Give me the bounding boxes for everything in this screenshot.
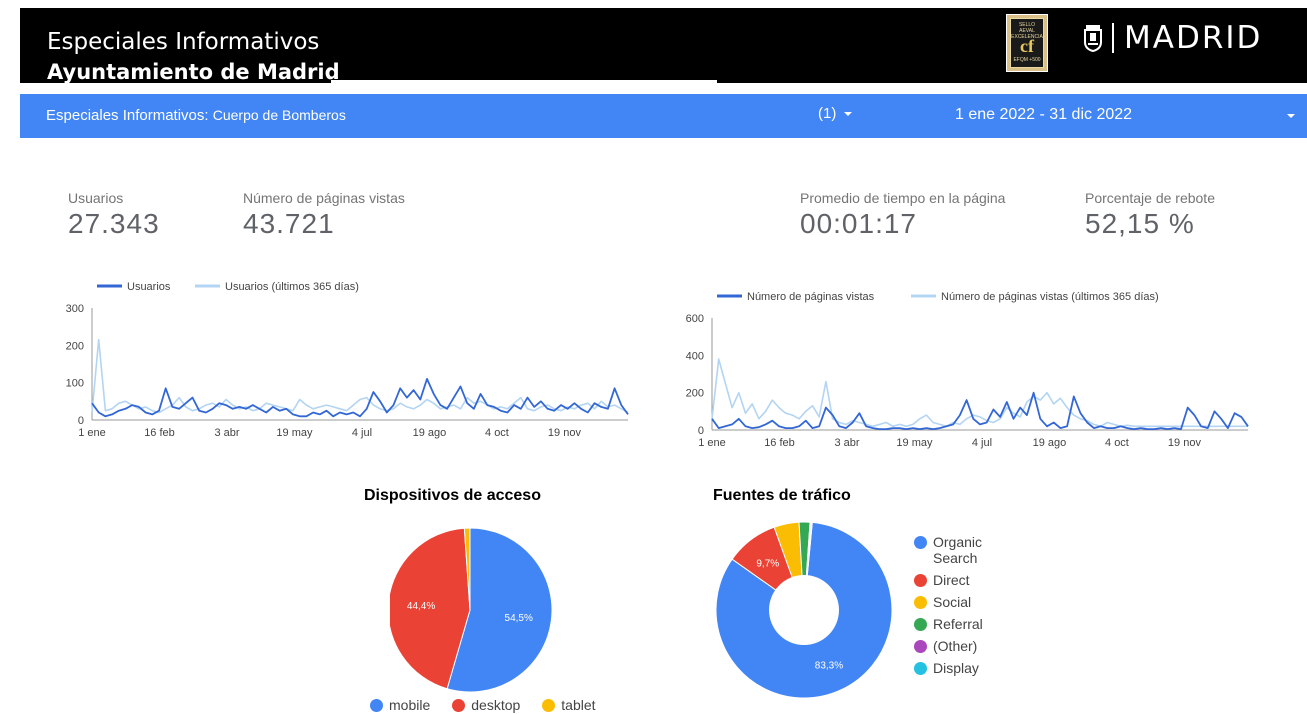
legend-label: Usuarios (últimos 365 días): [225, 281, 359, 293]
pie-data-label: 9,7%: [756, 558, 779, 569]
x-tick-label: 4 jul: [972, 437, 992, 449]
kpi-users: Usuarios 27.343: [68, 190, 160, 240]
legend-dot-icon: [914, 574, 927, 587]
x-tick-label: 1 ene: [78, 427, 106, 439]
legend-dot-icon: [370, 698, 383, 712]
legend-item-display: Display: [914, 660, 1014, 676]
kpi-label: Porcentaje de rebote: [1085, 190, 1215, 206]
madrid-crest-icon: [1084, 25, 1102, 52]
x-tick-label: 4 oct: [485, 427, 509, 439]
traffic-donut-chart: 83,3% 9,7%: [715, 521, 893, 699]
x-tick-label: 19 nov: [548, 427, 582, 439]
legend-item-mobile: mobile: [370, 697, 430, 713]
madrid-brand: MADRID: [1124, 20, 1263, 56]
series-line: [711, 358, 1248, 428]
legend-label: Número de páginas vistas: [747, 291, 875, 303]
legend-item-other: (Other): [914, 638, 1014, 654]
header-subtitle: Ayuntamiento de Madrid: [47, 60, 340, 84]
kpi-value: 00:01:17: [800, 208, 917, 239]
y-tick-label: 400: [686, 350, 704, 362]
legend-dot-icon: [542, 698, 556, 712]
y-tick-label: 300: [66, 303, 84, 315]
kpi-avg-time: Promedio de tiempo en la página 00:01:17: [800, 190, 1005, 240]
legend-dot-icon: [452, 698, 466, 712]
legend-item-tablet: tablet: [542, 697, 596, 713]
devices-pie-chart: 54,5% 44,4%: [390, 527, 553, 693]
series-line: [91, 378, 629, 418]
pie-data-label: 83,3%: [815, 660, 843, 671]
kpi-value: 27.343: [68, 208, 160, 239]
y-tick-label: 0: [698, 425, 704, 437]
x-tick-label: 1 ene: [698, 437, 726, 449]
y-tick-label: 0: [78, 415, 84, 427]
y-tick-label: 600: [686, 313, 704, 325]
legend-dot-icon: [914, 662, 927, 675]
legend-label: Número de páginas vistas (últimos 365 dí…: [941, 291, 1159, 303]
x-tick-label: 19 ago: [1033, 437, 1067, 449]
report-title: Especiales Informativos: Cuerpo de Bombe…: [46, 107, 346, 124]
legend-dot-icon: [914, 536, 927, 549]
efqm-seal-logo: SELLO AEVAL EXCELENCIA cf EFQM +500: [1006, 14, 1048, 72]
x-tick-label: 16 feb: [764, 437, 795, 449]
x-tick-label: 19 nov: [1168, 437, 1202, 449]
pie-data-label: 44,4%: [407, 601, 435, 612]
logo-separator: [1112, 23, 1114, 53]
kpi-bounce-rate: Porcentaje de rebote 52,15 %: [1085, 190, 1215, 240]
legend-item-organic: Organic Search: [914, 534, 1014, 566]
pie-data-label: 54,5%: [505, 613, 533, 624]
legend-item-referral: Referral: [914, 616, 1014, 632]
kpi-label: Usuarios: [68, 190, 124, 206]
header-title: Especiales Informativos: [47, 29, 320, 55]
filter-dropdown[interactable]: (1): [818, 105, 853, 122]
legend-label: Usuarios: [127, 281, 171, 293]
report-title-section: Cuerpo de Bomberos: [212, 107, 346, 123]
x-tick-label: 19 may: [896, 437, 933, 449]
seal-symbol-icon: cf: [1020, 36, 1034, 56]
x-tick-label: 16 feb: [144, 427, 175, 439]
x-tick-label: 3 abr: [834, 437, 859, 449]
x-tick-label: 4 jul: [352, 427, 372, 439]
legend-item-social: Social: [914, 594, 1014, 610]
kpi-value: 52,15 %: [1085, 208, 1195, 239]
kpi-pageviews: Número de páginas vistas 43.721: [243, 190, 405, 240]
legend-dot-icon: [914, 596, 927, 609]
series-line: [711, 391, 1249, 431]
date-range-selector[interactable]: 1 ene 2022 - 31 dic 2022: [955, 106, 1132, 124]
y-tick-label: 200: [686, 388, 704, 400]
legend-item-direct: Direct: [914, 572, 1014, 588]
legend-item-desktop: desktop: [452, 697, 520, 713]
traffic-legend: Organic Search Direct Social Referral (O…: [914, 534, 1014, 682]
series-line: [91, 338, 629, 414]
users-line-chart: 0 100 200 300 1 ene 16 feb 3 abr 19 may 4 jul 19 …: [66, 281, 629, 439]
x-tick-label: 3 abr: [214, 427, 239, 439]
pageviews-line-chart: 0 200 400 600 1 ene 16 feb 3 abr 19 may 4 jul 19 …: [686, 291, 1249, 449]
x-tick-label: 4 oct: [1105, 437, 1129, 449]
madrid-logo: MADRID: [1082, 18, 1262, 58]
header-banner: Especiales Informativos Ayuntamiento de …: [20, 8, 1307, 84]
legend-dot-icon: [914, 640, 927, 653]
legend-dot-icon: [914, 618, 927, 631]
donut-hole: [769, 575, 839, 645]
header-divider: [331, 80, 717, 83]
filter-bar: Especiales Informativos: Cuerpo de Bombe…: [20, 94, 1307, 138]
y-tick-label: 200: [66, 340, 84, 352]
date-range-chevron-down-icon[interactable]: [1287, 114, 1295, 118]
traffic-chart-title: Fuentes de tráfico: [713, 487, 851, 504]
kpi-value: 43.721: [243, 208, 335, 239]
report-title-prefix: Especiales Informativos:: [46, 107, 209, 124]
x-tick-label: 19 ago: [413, 427, 447, 439]
kpi-label: Número de páginas vistas: [243, 190, 405, 206]
kpi-label: Promedio de tiempo en la página: [800, 190, 1006, 206]
x-tick-label: 19 may: [276, 427, 313, 439]
chevron-down-icon: [844, 112, 853, 117]
y-tick-label: 100: [66, 378, 84, 390]
devices-legend: mobile desktop tablet: [370, 697, 618, 713]
devices-chart-title: Dispositivos de acceso: [364, 487, 541, 504]
filter-label: (1): [818, 105, 837, 122]
